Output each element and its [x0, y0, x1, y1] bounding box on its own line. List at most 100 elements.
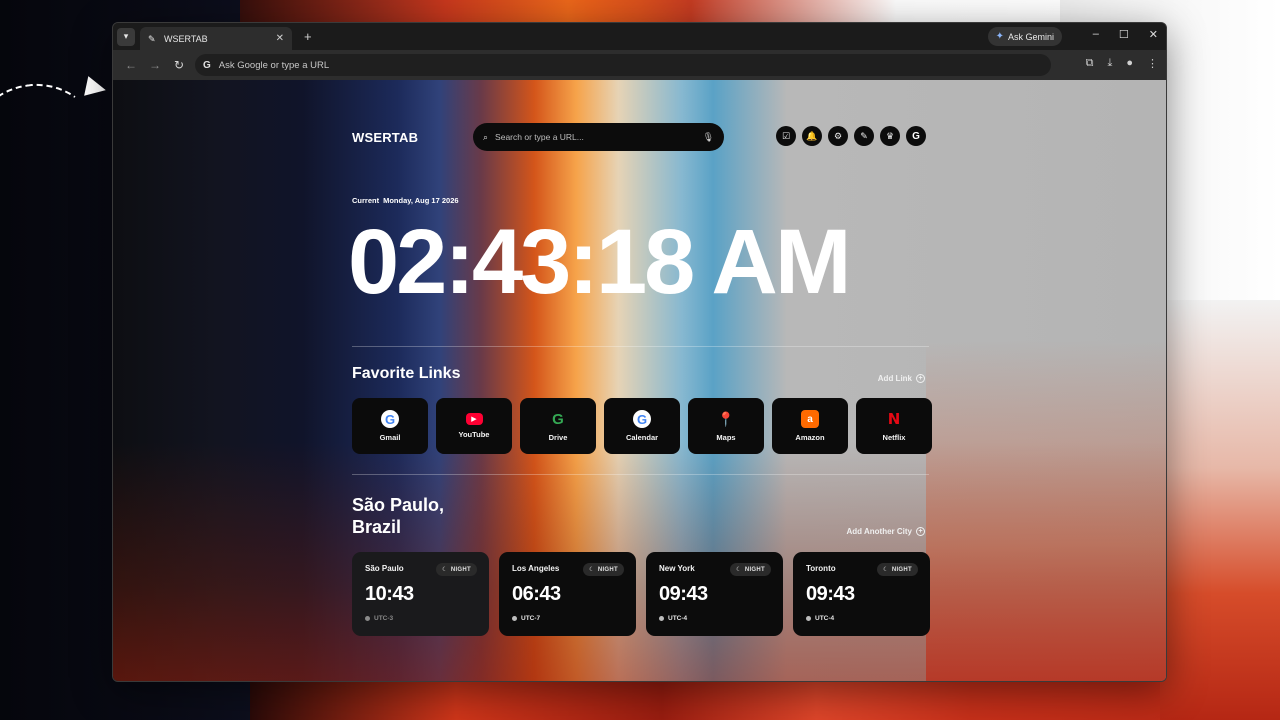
- download-icon[interactable]: ⤓: [1107, 57, 1112, 70]
- city-card-toronto[interactable]: Toronto ☾ NIGHT 09:43 UTC-4: [793, 552, 930, 636]
- location-city: São Paulo,: [352, 495, 445, 515]
- chevron-down-icon: ▾: [123, 31, 129, 41]
- minimize-icon[interactable]: –: [1093, 28, 1099, 41]
- night-badge: ☾ NIGHT: [436, 563, 477, 576]
- badge-label: NIGHT: [597, 566, 618, 573]
- microphone-icon[interactable]: 🎙: [703, 132, 714, 143]
- favorite-link-amazon[interactable]: a Amazon: [772, 398, 848, 454]
- location-title: São Paulo, Brazil: [352, 494, 492, 538]
- close-window-icon[interactable]: ✕: [1149, 28, 1158, 41]
- toolbar-actions: ⧉ ⤓ ● ⋮: [1086, 57, 1158, 70]
- city-card-new-york[interactable]: New York ☾ NIGHT 09:43 UTC-4: [646, 552, 783, 636]
- add-link-label: Add Link: [877, 374, 912, 383]
- status-dot-icon: [806, 616, 811, 621]
- tab-wsertab[interactable]: ✎ WSERTAB ✕: [140, 27, 292, 50]
- favorite-link-label: Gmail: [379, 433, 401, 442]
- night-badge: ☾ NIGHT: [583, 563, 624, 576]
- main-clock: 02:43:18 AM: [348, 211, 851, 313]
- favorite-link-label: Amazon: [795, 433, 825, 442]
- favorite-link-label: Maps: [716, 433, 736, 442]
- add-link-button[interactable]: Add Link +: [878, 374, 925, 383]
- city-time: 09:43: [659, 583, 708, 605]
- status-dot-icon: [659, 616, 664, 621]
- ask-gemini-button[interactable]: ✦ Ask Gemini: [987, 27, 1062, 46]
- moon-icon: ☾: [442, 567, 448, 573]
- favorite-link-label: Calendar: [625, 433, 659, 442]
- search-bar[interactable]: ⌕ Search or type a URL... 🎙: [473, 123, 724, 151]
- current-date: Current Monday, Aug 17 2026: [352, 196, 459, 205]
- crown-icon[interactable]: ♛: [880, 126, 900, 146]
- favorites-title: Favorite Links: [352, 365, 461, 382]
- search-icon: ⌕: [483, 131, 489, 142]
- google-g-icon: G: [203, 59, 211, 71]
- netflix-icon: N: [887, 410, 901, 428]
- forward-arrow-icon[interactable]: →: [143, 58, 167, 72]
- tab-close-icon[interactable]: ✕: [276, 33, 284, 44]
- decorative-arrow-icon: [84, 76, 108, 100]
- utc-label: UTC-4: [668, 615, 688, 622]
- badge-label: NIGHT: [744, 566, 765, 573]
- google-account-icon[interactable]: G: [906, 126, 926, 146]
- badge-label: NIGHT: [450, 566, 471, 573]
- favorite-link-maps[interactable]: 📍 Maps: [688, 398, 764, 454]
- back-arrow-icon[interactable]: ←: [119, 58, 143, 72]
- divider: [352, 474, 929, 475]
- new-tab-button[interactable]: +: [304, 29, 312, 44]
- omnibox-placeholder: Ask Google or type a URL: [218, 59, 330, 71]
- favorite-link-drive[interactable]: G Drive: [520, 398, 596, 454]
- city-time: 09:43: [806, 583, 855, 605]
- search-input[interactable]: Search or type a URL...: [495, 132, 703, 142]
- status-dot-icon: [512, 616, 517, 621]
- city-time: 06:43: [512, 583, 561, 605]
- background-right-band: [1160, 300, 1280, 720]
- city-utc: UTC-7: [512, 615, 540, 622]
- status-dot-icon: [365, 616, 370, 621]
- favorite-link-label: YouTube: [458, 430, 490, 439]
- favorite-link-gmail[interactable]: G Gmail: [352, 398, 428, 454]
- utc-label: UTC-4: [815, 615, 835, 622]
- tab-favicon-icon: ✎: [148, 33, 156, 44]
- gemini-star-icon: ✦: [995, 31, 1004, 42]
- header-icon-bar: ☑ 🔔 ⚙ ✎ ♛ G: [776, 126, 926, 146]
- moon-icon: ☾: [736, 567, 742, 573]
- city-card-sao-paulo[interactable]: São Paulo ☾ NIGHT 10:43 UTC-3: [352, 552, 489, 636]
- city-time: 10:43: [365, 583, 414, 605]
- window-controls: – ☐ ✕: [1093, 28, 1158, 41]
- favorite-link-youtube[interactable]: ▶ YouTube: [436, 398, 512, 454]
- tab-search-button[interactable]: ▾: [117, 27, 135, 46]
- divider: [352, 346, 929, 347]
- add-city-button[interactable]: Add Another City +: [847, 527, 925, 536]
- maximize-icon[interactable]: ☐: [1119, 28, 1129, 41]
- badge-label: NIGHT: [891, 566, 912, 573]
- city-card-los-angeles[interactable]: Los Angeles ☾ NIGHT 06:43 UTC-7: [499, 552, 636, 636]
- date-value: Monday, Aug 17 2026: [383, 196, 459, 205]
- ask-gemini-label: Ask Gemini: [1007, 31, 1054, 42]
- favorite-link-label: Drive: [548, 433, 568, 442]
- bell-icon[interactable]: 🔔: [802, 126, 822, 146]
- night-badge: ☾ NIGHT: [877, 563, 918, 576]
- brand-logo: WSERTAB: [352, 130, 419, 145]
- add-city-label: Add Another City: [846, 527, 912, 536]
- tab-title: WSERTAB: [164, 33, 208, 44]
- utc-label: UTC-3: [374, 615, 394, 622]
- extensions-icon[interactable]: ⧉: [1086, 57, 1094, 70]
- date-label: Current: [352, 196, 380, 205]
- favorite-links: G Gmail ▶ YouTube G Drive G Calendar 📍 M…: [352, 398, 932, 454]
- profile-icon[interactable]: ●: [1126, 57, 1133, 70]
- location-country: Brazil: [352, 517, 402, 537]
- todo-checkbox-icon[interactable]: ☑: [776, 126, 796, 146]
- city-utc: UTC-4: [806, 615, 834, 622]
- pencil-icon[interactable]: ✎: [854, 126, 874, 146]
- omnibox[interactable]: G Ask Google or type a URL: [195, 54, 1051, 76]
- utc-label: UTC-7: [521, 615, 541, 622]
- favorite-link-netflix[interactable]: N Netflix: [856, 398, 932, 454]
- favorite-link-calendar[interactable]: G Calendar: [604, 398, 680, 454]
- reload-icon[interactable]: ↻: [167, 58, 191, 72]
- moon-icon: ☾: [589, 567, 595, 573]
- plus-circle-icon: +: [916, 374, 925, 383]
- gear-icon[interactable]: ⚙: [828, 126, 848, 146]
- more-menu-icon[interactable]: ⋮: [1147, 57, 1158, 70]
- moon-icon: ☾: [883, 567, 889, 573]
- background-bottom-band: [250, 680, 1280, 720]
- youtube-icon: ▶: [465, 413, 483, 425]
